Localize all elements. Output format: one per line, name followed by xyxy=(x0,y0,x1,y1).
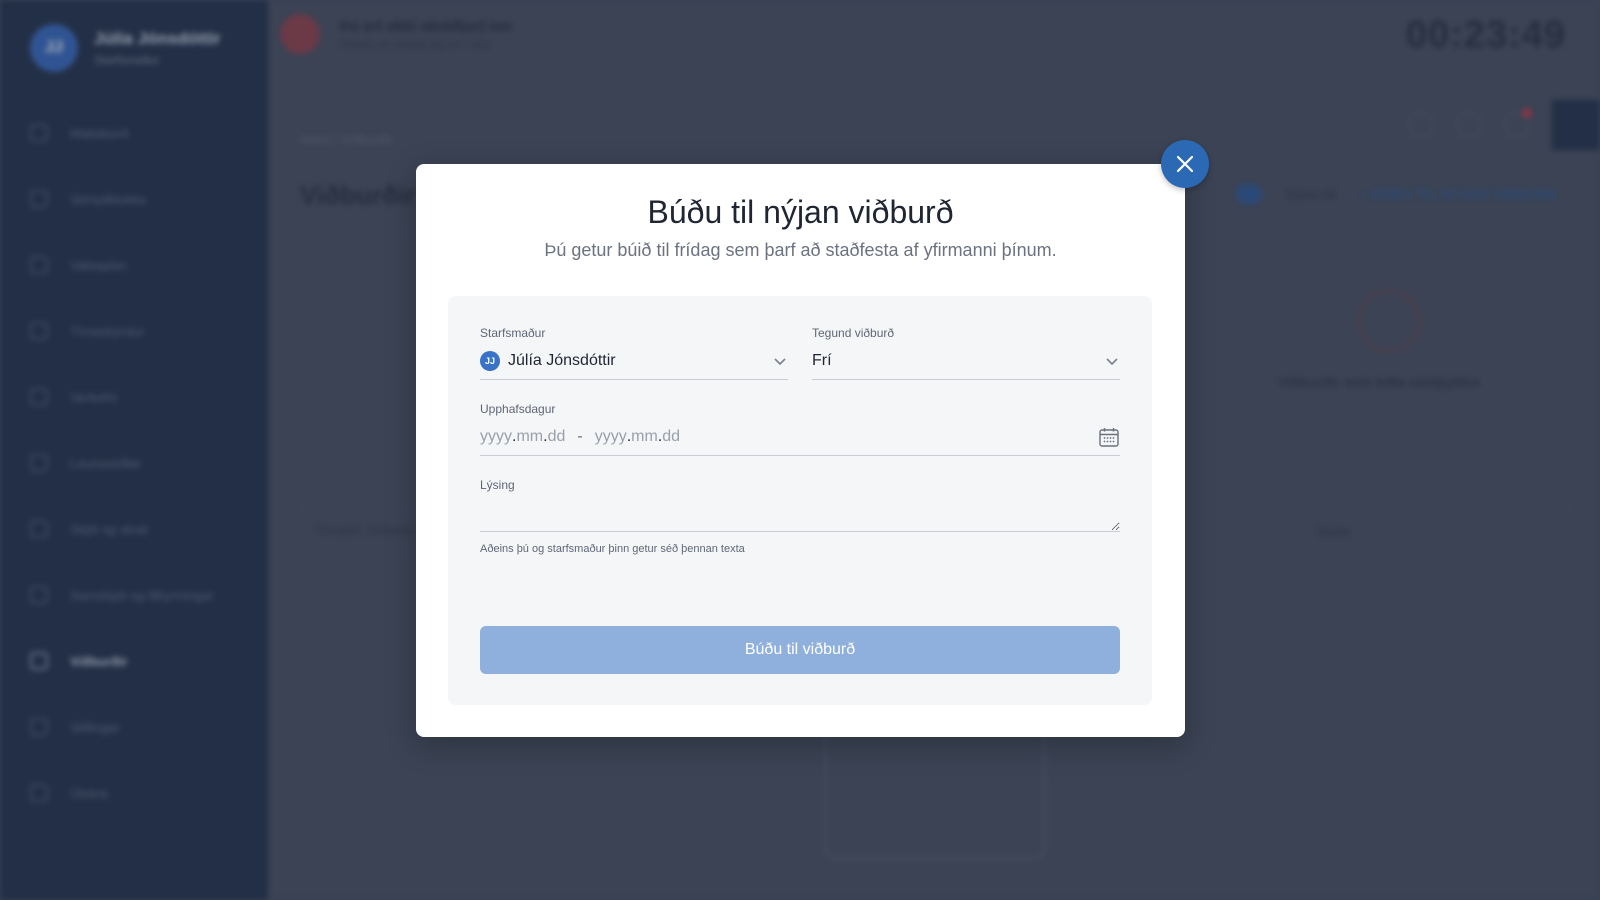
employee-field: Starfsmaður JJ Júlía Jónsdóttir xyxy=(480,326,788,380)
to-month[interactable]: mm xyxy=(631,428,658,446)
chevron-down-icon xyxy=(1106,357,1118,365)
modal-title: Búðu til nýjan viðburð xyxy=(647,194,954,230)
employee-value: Júlía Jónsdóttir xyxy=(508,351,616,369)
date-range-separator: - xyxy=(577,427,583,445)
employee-label: Starfsmaður xyxy=(480,326,546,340)
create-event-modal: Búðu til nýjan viðburð Þú getur búið til… xyxy=(416,164,1185,737)
chevron-down-icon xyxy=(774,357,786,365)
event-type-value: Frí xyxy=(812,351,832,369)
to-day[interactable]: dd xyxy=(662,428,680,446)
start-date-label: Upphafsdagur xyxy=(480,402,556,416)
close-icon xyxy=(1176,155,1194,173)
from-month[interactable]: mm xyxy=(516,428,543,446)
close-modal-button[interactable] xyxy=(1161,140,1209,188)
start-date-field: Upphafsdagur yyyy. mm. dd - yyyy. mm. dd xyxy=(480,402,1120,456)
event-type-label: Tegund viðburð xyxy=(812,326,895,340)
description-field: Lýsing Aðeins þú og starfsmaður þinn get… xyxy=(480,478,1120,555)
event-type-select[interactable]: Frí xyxy=(812,342,1120,380)
employee-select[interactable]: JJ Júlía Jónsdóttir xyxy=(480,342,788,380)
description-textarea[interactable] xyxy=(480,496,1120,532)
modal-subtitle: Þú getur búið til frídag sem þarf að sta… xyxy=(544,240,1057,260)
description-label: Lýsing xyxy=(480,478,515,492)
employee-avatar: JJ xyxy=(480,350,500,371)
from-year[interactable]: yyyy xyxy=(480,428,512,446)
description-helper: Aðeins þú og starfsmaður þinn getur séð … xyxy=(480,543,745,555)
create-event-button[interactable]: Búðu til viðburð xyxy=(480,626,1120,674)
calendar-icon[interactable] xyxy=(1098,426,1120,448)
event-type-field: Tegund viðburð Frí xyxy=(812,326,1120,380)
date-range-input[interactable]: yyyy. mm. dd - yyyy. mm. dd xyxy=(480,418,1120,456)
from-day[interactable]: dd xyxy=(548,428,566,446)
event-form: Starfsmaður JJ Júlía Jónsdóttir Tegund v… xyxy=(448,296,1152,705)
to-year[interactable]: yyyy xyxy=(595,428,627,446)
